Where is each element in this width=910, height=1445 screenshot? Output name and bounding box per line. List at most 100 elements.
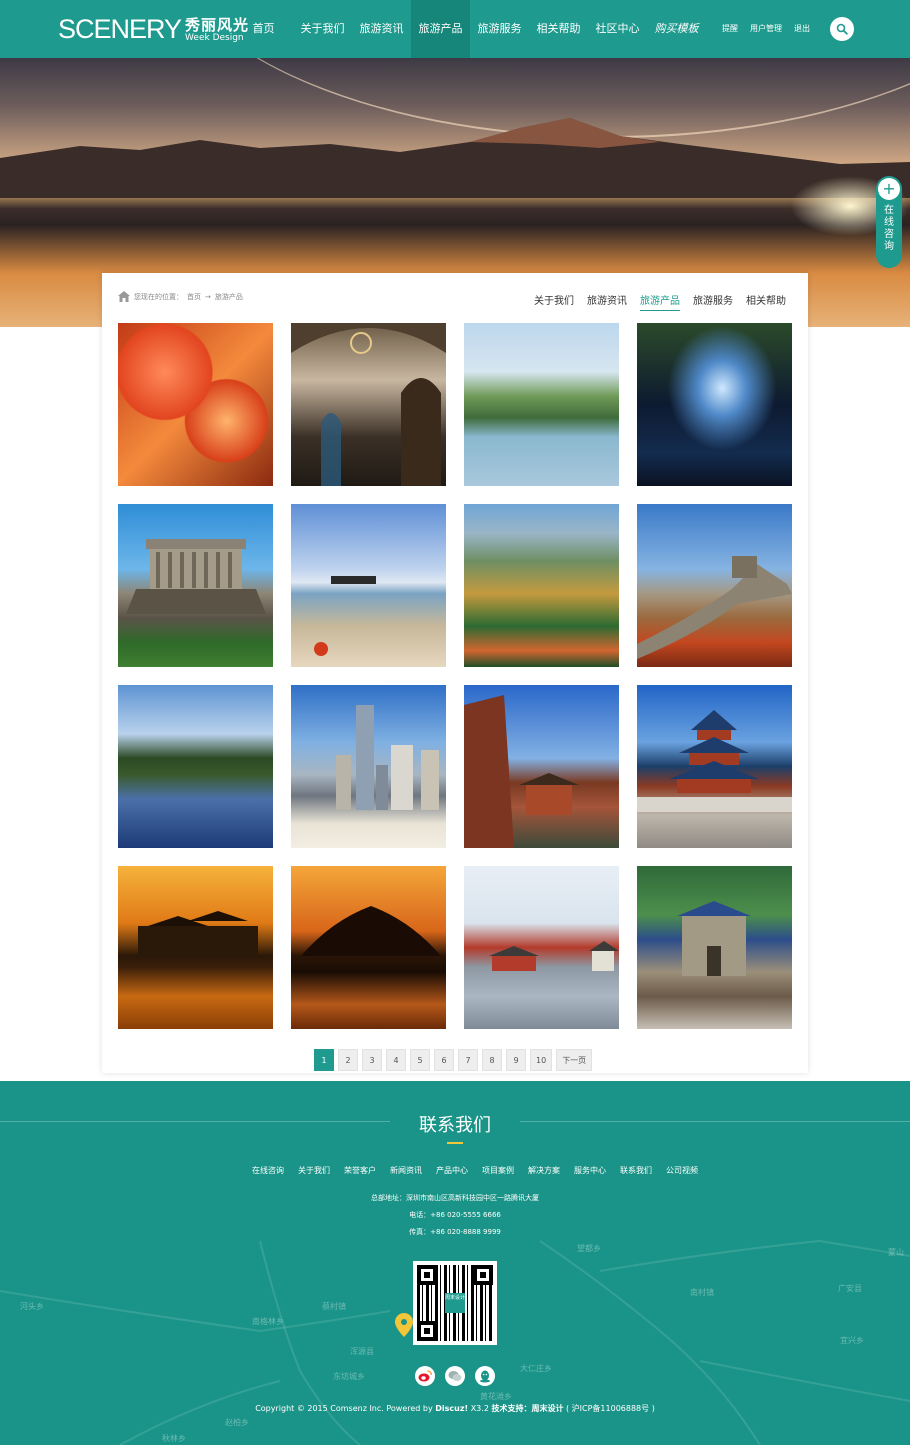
boat-shape (314, 576, 376, 656)
sub-nav-services[interactable]: 旅游服务 (693, 292, 733, 311)
qr-code: 周末设计 (413, 1261, 497, 1345)
nav-item-community[interactable]: 社区中心 (588, 0, 647, 58)
red-leaves-photo[interactable] (118, 323, 273, 486)
sub-nav-help[interactable]: 相关帮助 (746, 292, 786, 311)
next-page-button[interactable]: 下一页 (556, 1049, 593, 1071)
page-5-button[interactable]: 5 (410, 1049, 430, 1071)
page-2-button[interactable]: 2 (338, 1049, 358, 1071)
copyright-version: X3.2 (468, 1404, 492, 1413)
lakeside-pavilion-photo[interactable] (464, 866, 619, 1029)
temple-shape (637, 710, 792, 812)
page-4-button[interactable]: 4 (386, 1049, 406, 1071)
breadcrumb-arrow: → (205, 292, 211, 301)
temple-of-heaven-photo[interactable] (637, 685, 792, 848)
page-7-button[interactable]: 7 (458, 1049, 478, 1071)
map-label: 浑源县 (350, 1347, 374, 1356)
nav-item-home[interactable]: 首页 (234, 0, 293, 58)
nav-item-about[interactable]: 关于我们 (293, 0, 352, 58)
sunset-pavilion-photo[interactable] (118, 866, 273, 1029)
search-button[interactable] (830, 17, 854, 41)
logout-link[interactable]: 退出 (794, 0, 810, 58)
site-logo[interactable]: SCENERY 秀丽风光 Week Design (58, 14, 249, 44)
footer-address: 总部地址：深圳市南山区高新科技园中区一路腾讯大厦 (371, 1194, 539, 1202)
footer-link-clients[interactable]: 荣誉客户 (344, 1165, 376, 1176)
footer-link-cases[interactable]: 项目案例 (482, 1165, 514, 1176)
breadcrumb-current[interactable]: 旅游产品 (215, 292, 243, 302)
pavilion-shape (138, 911, 258, 956)
page-3-button[interactable]: 3 (362, 1049, 382, 1071)
footer-link-about[interactable]: 关于我们 (298, 1165, 330, 1176)
discuz-link[interactable]: Discuz! (435, 1404, 468, 1413)
map-label: 赵柏乡 (225, 1418, 249, 1427)
roof-shape (464, 695, 579, 848)
mausoleum-photo[interactable] (118, 504, 273, 667)
autumn-hills-photo[interactable] (464, 504, 619, 667)
mausoleum-shape (126, 539, 266, 614)
footer-link-solutions[interactable]: 解决方案 (528, 1165, 560, 1176)
copyright: Copyright © 2015 Comsenz Inc. Powered by… (0, 1403, 910, 1414)
nav-item-news[interactable]: 旅游资讯 (352, 0, 411, 58)
great-wall-photo[interactable] (637, 504, 792, 667)
map-label: 南格林乡 (252, 1317, 284, 1326)
cave-stream-photo[interactable] (637, 323, 792, 486)
page-9-button[interactable]: 9 (506, 1049, 526, 1071)
weibo-icon[interactable] (415, 1366, 435, 1386)
notice-link[interactable]: 提醒 (722, 0, 738, 58)
gate-shape (677, 901, 751, 976)
nav-item-products[interactable]: 旅游产品 (411, 0, 470, 58)
home-icon[interactable] (118, 291, 130, 302)
memorial-gate-photo[interactable] (637, 866, 792, 1029)
card-header: 您现在的位置： 首页 → 旅游产品 关于我们 旅游资讯 旅游产品 旅游服务 相关… (102, 273, 808, 313)
map-label: 蔡村镇 (322, 1302, 346, 1311)
map-label: 大仁庄乡 (520, 1364, 552, 1373)
page-1-button[interactable]: 1 (314, 1049, 334, 1071)
breadcrumb-home[interactable]: 首页 (187, 292, 201, 302)
map-label: 广安县 (838, 1284, 862, 1293)
qq-icon[interactable] (475, 1366, 495, 1386)
temple-roof-photo[interactable] (464, 685, 619, 848)
user-manage-link[interactable]: 用户管理 (750, 0, 782, 58)
church-interior-photo[interactable] (291, 323, 446, 486)
breadcrumb-prefix: 您现在的位置： (134, 292, 183, 301)
footer-link-news[interactable]: 新闻资讯 (390, 1165, 422, 1176)
footer-link-products[interactable]: 产品中心 (436, 1165, 468, 1176)
footer-fax: 传真：+86 020-8888 9999 (409, 1228, 501, 1236)
nav-item-services[interactable]: 旅游服务 (470, 0, 529, 58)
footer-link-contact[interactable]: 联系我们 (620, 1165, 652, 1176)
page-10-button[interactable]: 10 (530, 1049, 553, 1071)
lake-resort-photo[interactable] (464, 323, 619, 486)
sub-nav-products[interactable]: 旅游产品 (640, 292, 680, 311)
footer-links: 在线咨询 关于我们 荣誉客户 新闻资讯 产品中心 项目案例 解决方案 服务中心 … (0, 1165, 910, 1176)
map-label: 河头乡 (20, 1302, 44, 1311)
sub-nav-news[interactable]: 旅游资讯 (587, 292, 627, 311)
sub-nav: 关于我们 旅游资讯 旅游产品 旅游服务 相关帮助 (534, 292, 786, 311)
page-6-button[interactable]: 6 (434, 1049, 454, 1071)
footer-link-video[interactable]: 公司视频 (666, 1165, 698, 1176)
map-label: 望都乡 (577, 1244, 601, 1253)
city-skyline-photo[interactable] (291, 685, 446, 848)
footer-link-service[interactable]: 服务中心 (574, 1165, 606, 1176)
icp-link[interactable]: ( 沪ICP备11006888号 ) (563, 1404, 655, 1413)
map-label: 黄花滩乡 (480, 1392, 512, 1401)
sunset-island-photo[interactable] (291, 866, 446, 1029)
nav-item-help[interactable]: 相关帮助 (529, 0, 588, 58)
nav-item-buy-template[interactable]: 购买模板 (647, 0, 706, 58)
online-consult-button[interactable]: + 在线咨询 (876, 176, 902, 268)
breadcrumb: 您现在的位置： 首页 → 旅游产品 (118, 291, 243, 302)
skyline-shape (336, 705, 439, 810)
wechat-icon[interactable] (445, 1366, 465, 1386)
page-8-button[interactable]: 8 (482, 1049, 502, 1071)
map-label: 南村镇 (690, 1288, 714, 1297)
sub-nav-about[interactable]: 关于我们 (534, 292, 574, 311)
content-card: 您现在的位置： 首页 → 旅游产品 关于我们 旅游资讯 旅游产品 旅游服务 相关… (102, 273, 808, 1073)
lake-pavilion-shape (489, 941, 619, 971)
qq-glyph (480, 1370, 490, 1382)
tech-support-link[interactable]: 技术支持：周末设计 (491, 1404, 563, 1413)
footer-link-consult[interactable]: 在线咨询 (252, 1165, 284, 1176)
arch-shape (291, 323, 446, 486)
social-links (415, 1366, 495, 1386)
title-underline (447, 1142, 463, 1144)
forest-lake-photo[interactable] (118, 685, 273, 848)
qr-pattern: 周末设计 (417, 1265, 493, 1341)
beach-boat-photo[interactable] (291, 504, 446, 667)
